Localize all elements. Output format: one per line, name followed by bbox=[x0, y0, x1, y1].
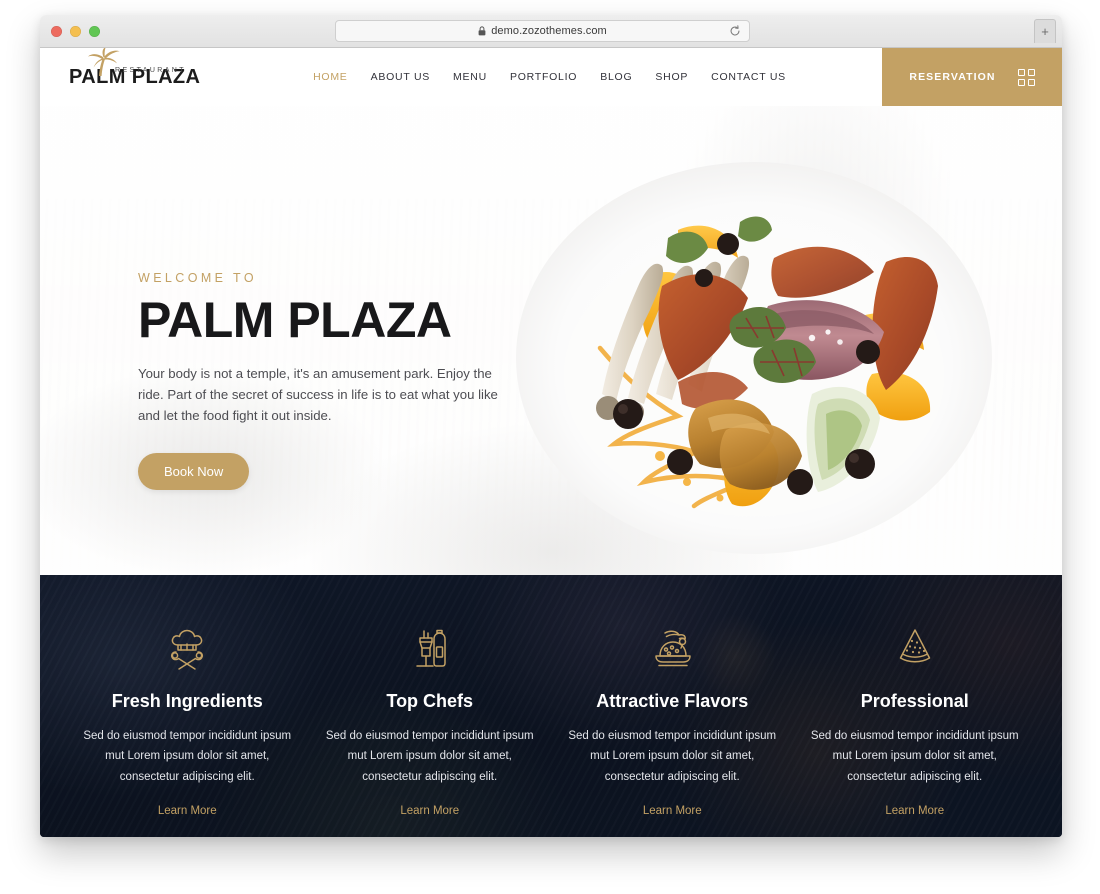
grid-cell bbox=[1027, 68, 1035, 76]
nav-item-blog[interactable]: BLOG bbox=[600, 71, 632, 83]
card-description: Sed do eiusmod tempor incididunt ipsum m… bbox=[810, 730, 1019, 783]
logo-subtitle: RESTAURANT bbox=[115, 66, 186, 74]
logo-inner: RESTAURANT PALM PLAZA bbox=[67, 48, 200, 89]
feature-card-attractive-flavors: Attractive Flavors Sed do eiusmod tempor… bbox=[551, 623, 794, 837]
card-description: Sed do eiusmod tempor incididunt ipsum m… bbox=[568, 730, 777, 783]
grid-cell bbox=[1017, 68, 1025, 76]
card-learn-more-link[interactable]: Learn More bbox=[400, 805, 459, 817]
reload-icon[interactable] bbox=[729, 25, 741, 37]
card-icon-wrap bbox=[76, 623, 299, 675]
hero-dish-image bbox=[516, 162, 992, 554]
hero-content: WELCOME TO PALM PLAZA Your body is not a… bbox=[138, 271, 558, 490]
feature-cards: Fresh Ingredients Sed do eiusmod tempor … bbox=[40, 575, 1062, 837]
card-icon-wrap bbox=[319, 623, 542, 675]
page-viewport: RESTAURANT PALM PLAZA HOME ABOUT US MENU… bbox=[40, 48, 1062, 837]
card-icon-wrap bbox=[561, 623, 784, 675]
card-learn-more-link[interactable]: Learn More bbox=[643, 805, 702, 817]
watermelon-slice-icon bbox=[899, 629, 930, 663]
card-learn-more-link[interactable]: Learn More bbox=[885, 805, 944, 817]
card-icon-wrap bbox=[804, 623, 1027, 675]
card-title: Top Chefs bbox=[386, 691, 474, 711]
card-learn-more-link[interactable]: Learn More bbox=[158, 805, 217, 817]
maximize-window-button[interactable] bbox=[89, 26, 100, 37]
hero-description: Your body is not a temple, it's an amuse… bbox=[138, 366, 498, 423]
grid-menu-icon[interactable] bbox=[1017, 68, 1035, 86]
card-title: Fresh Ingredients bbox=[111, 691, 263, 711]
main-navigation: HOME ABOUT US MENU PORTFOLIO BLOG SHOP C… bbox=[217, 48, 882, 106]
browser-window: demo.zozothemes.com + RESTAURANT PALM PL… bbox=[40, 15, 1062, 837]
window-controls bbox=[51, 26, 100, 37]
reservation-button[interactable]: RESERVATION bbox=[882, 48, 1062, 106]
hero-title: PALM PLAZA bbox=[138, 292, 452, 348]
lock-icon bbox=[478, 26, 486, 36]
new-tab-button[interactable]: + bbox=[1034, 19, 1056, 43]
site-logo[interactable]: RESTAURANT PALM PLAZA bbox=[67, 48, 217, 106]
hero-eyebrow: WELCOME TO bbox=[138, 271, 257, 285]
nav-item-shop[interactable]: SHOP bbox=[655, 71, 688, 83]
browser-titlebar: demo.zozothemes.com + bbox=[40, 15, 1062, 48]
grid-cell bbox=[1017, 78, 1025, 86]
close-window-button[interactable] bbox=[51, 26, 62, 37]
chef-hat-utensils-icon bbox=[171, 629, 204, 670]
feature-card-fresh-ingredients: Fresh Ingredients Sed do eiusmod tempor … bbox=[66, 623, 309, 837]
hero-section: WELCOME TO PALM PLAZA Your body is not a… bbox=[40, 106, 1062, 575]
nav-item-menu[interactable]: MENU bbox=[453, 71, 487, 83]
book-now-button[interactable]: Book Now bbox=[138, 452, 250, 490]
screenshot-root: demo.zozothemes.com + RESTAURANT PALM PL… bbox=[0, 0, 1100, 894]
nav-item-about-us[interactable]: ABOUT US bbox=[371, 71, 430, 83]
nav-item-portfolio[interactable]: PORTFOLIO bbox=[510, 71, 577, 83]
features-section: Fresh Ingredients Sed do eiusmod tempor … bbox=[40, 575, 1062, 837]
feature-card-professional: Professional Sed do eiusmod tempor incid… bbox=[794, 623, 1037, 837]
address-bar[interactable]: demo.zozothemes.com bbox=[335, 20, 750, 42]
address-bar-content: demo.zozothemes.com bbox=[478, 25, 607, 37]
minimize-window-button[interactable] bbox=[70, 26, 81, 37]
url-text: demo.zozothemes.com bbox=[491, 25, 607, 37]
card-description: Sed do eiusmod tempor incididunt ipsum m… bbox=[325, 730, 534, 783]
nav-item-home[interactable]: HOME bbox=[313, 71, 348, 83]
jar-bottle-icon bbox=[416, 629, 446, 667]
roast-platter-icon bbox=[655, 630, 691, 667]
feature-card-top-chefs: Top Chefs Sed do eiusmod tempor incididu… bbox=[309, 623, 552, 837]
nav-item-contact-us[interactable]: CONTACT US bbox=[711, 71, 786, 83]
reservation-label: RESERVATION bbox=[909, 71, 996, 83]
card-title: Professional bbox=[860, 691, 969, 711]
card-title: Attractive Flavors bbox=[596, 691, 749, 711]
site-header: RESTAURANT PALM PLAZA HOME ABOUT US MENU… bbox=[40, 48, 1062, 106]
card-description: Sed do eiusmod tempor incididunt ipsum m… bbox=[83, 730, 292, 783]
grid-cell bbox=[1027, 78, 1035, 86]
